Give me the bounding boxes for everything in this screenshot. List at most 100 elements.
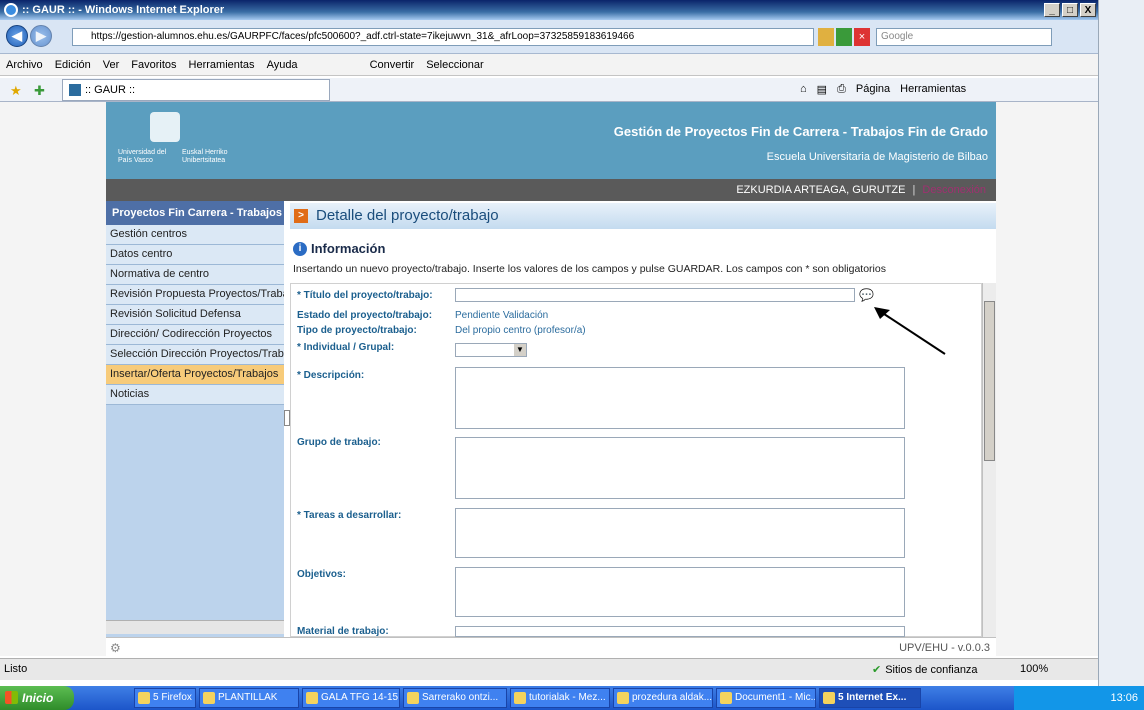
vscroll-thumb[interactable] — [984, 301, 995, 461]
task-label: Sarrerako ontzi... — [422, 692, 499, 703]
ie-icon — [4, 3, 18, 17]
sidebar-item-normativa[interactable]: Normativa de centro — [106, 265, 284, 285]
chevron-down-icon: ▼ — [514, 344, 526, 356]
task-label: 5 Firefox — [153, 692, 192, 703]
translate-bubble-icon[interactable]: 💬 — [859, 288, 874, 302]
zone-text: Sitios de confianza — [885, 663, 978, 676]
menu-ayuda[interactable]: Ayuda — [267, 59, 298, 71]
menu-archivo[interactable]: Archivo — [6, 59, 43, 71]
start-button[interactable]: Inicio — [0, 686, 74, 710]
page-menu[interactable]: Página — [856, 83, 890, 96]
convert-button[interactable]: Convertir — [370, 59, 415, 71]
form-vscroll[interactable] — [982, 283, 996, 637]
logout-link[interactable]: Desconexión — [922, 184, 986, 196]
titulo-input[interactable] — [455, 288, 855, 302]
back-button[interactable]: ◀ — [6, 25, 28, 47]
tab-title: :: GAUR :: — [85, 84, 136, 96]
word-icon — [720, 692, 732, 704]
task-prozedura[interactable]: prozedura aldak... — [613, 688, 713, 708]
folder-icon — [306, 692, 318, 704]
user-name: EZKURDIA ARTEAGA, GURUTZE — [736, 184, 906, 196]
refresh-icon[interactable] — [836, 28, 852, 46]
logo-text-es: Universidad del País Vasco — [118, 149, 167, 164]
detail-heading-text: Detalle del proyecto/trabajo — [316, 207, 499, 224]
folder-icon — [203, 692, 215, 704]
sidebar-item-revision-solicitud[interactable]: Revisión Solicitud Defensa — [106, 305, 284, 325]
material-label: Material de trabajo: — [297, 626, 389, 637]
estado-label: Estado del proyecto/trabajo: — [297, 310, 433, 321]
logo-text-eu: Euskal Herriko Unibertsitatea — [182, 149, 228, 164]
task-document1[interactable]: Document1 - Mic... — [716, 688, 816, 708]
task-label: Document1 - Mic... — [735, 692, 816, 703]
tareas-label: * Tareas a desarrollar: — [297, 510, 402, 521]
sidebar-item-direccion[interactable]: Dirección/ Codirección Proyectos — [106, 325, 284, 345]
add-favorite-icon[interactable]: ✚ — [34, 83, 45, 99]
task-tutorialak[interactable]: tutorialak - Mez... — [510, 688, 610, 708]
address-bar[interactable]: https://gestion-alumnos.ehu.es/GAURPFC/f… — [72, 28, 814, 46]
search-input[interactable]: Google — [876, 28, 1052, 46]
clock: 13:06 — [1110, 692, 1138, 704]
titulo-label: * Título del proyecto/trabajo: — [297, 290, 433, 301]
forward-button[interactable]: ▶ — [30, 25, 52, 47]
zoom-level[interactable]: 100% — [1020, 663, 1048, 675]
window-title: :: GAUR :: - Windows Internet Explorer — [22, 4, 225, 16]
select-button[interactable]: Seleccionar — [426, 59, 483, 71]
taskbar: Inicio 5 Firefox PLANTILLAK GALA TFG 14-… — [0, 686, 1144, 710]
sidebar-item-gestion-centros[interactable]: Gestión centros — [106, 225, 284, 245]
sidebar-hscroll[interactable] — [106, 620, 284, 634]
menu-herramientas[interactable]: Herramientas — [189, 59, 255, 71]
sidebar-item-datos-centro[interactable]: Datos centro — [106, 245, 284, 265]
site-favicon — [69, 84, 81, 96]
sidebar-header: Proyectos Fin Carrera - Trabajos — [106, 201, 284, 225]
firefox-icon — [138, 692, 150, 704]
tareas-textarea[interactable] — [455, 508, 905, 558]
task-plantillak[interactable]: PLANTILLAK — [199, 688, 299, 708]
material-textarea[interactable] — [455, 626, 905, 637]
favorites-star-icon[interactable]: ★ — [10, 83, 22, 99]
task-label: PLANTILLAK — [218, 692, 278, 703]
tipo-value: Del propio centro (profesor/a) — [455, 325, 586, 336]
loading-icon: ⚙ — [110, 641, 121, 655]
menu-ver[interactable]: Ver — [103, 59, 120, 71]
site-title: Gestión de Proyectos Fin de Carrera - Tr… — [613, 124, 988, 139]
stop-icon[interactable]: × — [854, 28, 870, 46]
menu-favoritos[interactable]: Favoritos — [131, 59, 176, 71]
site-footer: ⚙ UPV/EHU - v.0.0.3 — [106, 637, 996, 657]
feeds-icon[interactable]: ▤ — [817, 83, 827, 96]
home-icon[interactable]: ⌂ — [800, 83, 807, 96]
task-firefox[interactable]: 5 Firefox — [134, 688, 196, 708]
window-controls: _ □ X — [1044, 3, 1096, 17]
zone-indicator: ✔ Sitios de confianza — [872, 663, 978, 677]
checkmark-icon: ✔ — [872, 664, 882, 676]
mail-icon — [407, 692, 419, 704]
lock-icon[interactable] — [818, 28, 834, 46]
site-subtitle: Escuela Universitaria de Magisterio de B… — [766, 151, 988, 163]
sidebar-item-noticias[interactable]: Noticias — [106, 385, 284, 405]
task-label: prozedura aldak... — [632, 692, 713, 703]
menu-edicion[interactable]: Edición — [55, 59, 91, 71]
grupo-label: Grupo de trabajo: — [297, 437, 381, 448]
task-sarrerako[interactable]: Sarrerako ontzi... — [403, 688, 507, 708]
print-icon[interactable]: ⎙ — [837, 83, 846, 96]
window-titlebar: :: GAUR :: - Windows Internet Explorer _… — [0, 0, 1098, 20]
maximize-button[interactable]: □ — [1062, 3, 1078, 17]
sidebar-item-seleccion[interactable]: Selección Dirección Proyectos/Trabajos — [106, 345, 284, 365]
status-text: Listo — [4, 663, 28, 675]
task-label: 5 Internet Ex... — [838, 692, 907, 703]
minimize-button[interactable]: _ — [1044, 3, 1060, 17]
task-label: tutorialak - Mez... — [529, 692, 606, 703]
close-button[interactable]: X — [1080, 3, 1096, 17]
sidebar-item-insertar[interactable]: Insertar/Oferta Proyectos/Trabajos — [106, 365, 284, 385]
tab-gaur[interactable]: :: GAUR :: — [62, 79, 330, 101]
task-internet-explorer[interactable]: 5 Internet Ex... — [819, 688, 921, 708]
word-icon — [617, 692, 629, 704]
grupo-textarea[interactable] — [455, 437, 905, 499]
descripcion-textarea[interactable] — [455, 367, 905, 429]
individual-select[interactable]: ▼ — [455, 343, 527, 357]
info-title: Información — [311, 241, 386, 256]
sidebar-item-revision-propuesta[interactable]: Revisión Propuesta Proyectos/Trabajos — [106, 285, 284, 305]
objetivos-textarea[interactable] — [455, 567, 905, 617]
tools-menu[interactable]: Herramientas — [900, 83, 966, 96]
objetivos-label: Objetivos: — [297, 569, 346, 580]
task-gala[interactable]: GALA TFG 14-15 — [302, 688, 400, 708]
